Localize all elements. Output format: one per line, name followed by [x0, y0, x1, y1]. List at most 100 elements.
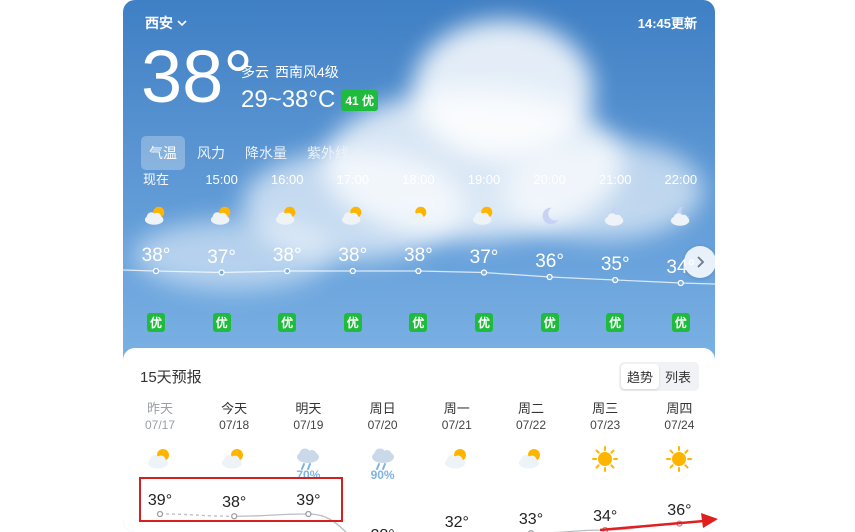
hour-aqi-badge: 优	[409, 313, 428, 332]
hour-time: 15:00	[205, 172, 238, 187]
hour-aqi-badge: 优	[474, 313, 494, 332]
weather-card: 西安 14:45更新 38° 多云 西南风4级 29~38°C 41 优 气温风…	[123, 0, 715, 532]
day-date: 07/20	[367, 418, 398, 432]
update-time: 14:45更新	[637, 16, 697, 31]
chevron-right-icon	[697, 256, 705, 268]
hour-temperature: 38°	[404, 245, 433, 266]
current-temperature: 38°	[141, 35, 253, 118]
forecast-day[interactable]: 周日 07/20 90% 28°	[348, 398, 418, 532]
partly-cloudy-sun-icon	[142, 204, 170, 228]
day-name: 昨天	[146, 401, 173, 416]
partly-cloudy-sun-icon	[442, 446, 472, 472]
hour-temperature: 38°	[141, 245, 171, 266]
partly-cloudy-sun-icon	[273, 204, 301, 228]
day-high-temperature: 36°	[667, 501, 692, 519]
chevron-down-icon	[177, 20, 187, 27]
view-toggle: 趋势 列表	[618, 362, 699, 391]
partly-cloudy-sun-icon	[470, 204, 498, 228]
forecast-day[interactable]: 周二 07/22 33°	[496, 398, 566, 532]
partly-cloudy-sun-icon	[516, 446, 546, 472]
partly-cloudy-sun-icon	[145, 446, 175, 472]
current-condition-row: 多云 西南风4级	[241, 62, 339, 82]
day-name: 周一	[443, 401, 470, 416]
sun-icon	[590, 446, 620, 472]
precipitation-probability: 90%	[370, 468, 395, 482]
moon-icon	[536, 204, 564, 228]
day-high-temperature: 28°	[370, 527, 394, 532]
hour-aqi-badge: 优	[606, 313, 625, 332]
hour-aqi-badge: 优	[278, 313, 297, 332]
current-condition: 多云	[241, 64, 269, 80]
day-name: 周二	[517, 401, 544, 416]
forecast-title: 15天预报	[140, 369, 202, 386]
day-date: 07/17	[144, 418, 176, 432]
day-date: 07/22	[515, 418, 547, 432]
day-high-temperature: 32°	[444, 514, 469, 532]
tab-1[interactable]: 风力	[189, 136, 233, 170]
forecast-day[interactable]: 周四 07/24 36°	[644, 398, 714, 532]
city-selector[interactable]: 西安	[145, 13, 187, 33]
day-name: 周日	[369, 401, 396, 416]
hour-temperature: 38°	[272, 245, 302, 266]
hour-temperature: 37°	[469, 246, 499, 268]
hour-temperature: 36°	[535, 251, 564, 272]
daily-forecast-panel: 15天预报 趋势 列表 昨天 07/17 39° 今天 07/18 38° 明天 07/19 70…	[123, 348, 715, 532]
hour-column: 16:00 38° 优	[254, 170, 320, 340]
tab-3[interactable]: 紫外线	[299, 136, 357, 170]
hour-column: 15:00 37° 优	[189, 170, 255, 340]
aqi-badge[interactable]: 41 优	[341, 89, 379, 111]
hour-temperature: 37°	[207, 246, 236, 268]
forecast-day[interactable]: 昨天 07/17 39°	[125, 398, 195, 532]
day-date: 07/23	[590, 418, 621, 432]
hourly-forecast: 现在 38° 优 15:00 37° 优 16:00 38° 优 17:00 38° 优 18:00 38…	[123, 170, 715, 340]
list-view-option[interactable]: 列表	[659, 364, 697, 389]
forecast-day[interactable]: 周三 07/23 34°	[570, 398, 640, 532]
day-name: 明天	[295, 401, 322, 416]
hour-temperature: 38°	[338, 245, 368, 266]
partly-cloudy-sun-icon	[208, 204, 236, 228]
city-name: 西安	[145, 15, 173, 31]
hour-time: 21:00	[598, 172, 632, 187]
forecast-day[interactable]: 明天 07/19 70% 39°	[273, 398, 343, 532]
hour-aqi-badge: 优	[212, 313, 231, 332]
hour-aqi-badge: 优	[343, 313, 362, 332]
partly-cloudy-sun-icon	[339, 204, 367, 228]
day-name: 今天	[221, 401, 248, 416]
day-name: 周四	[666, 401, 693, 416]
cloudy-moon-icon	[667, 204, 695, 228]
metric-tabs: 气温 风力 降水量 紫外线	[141, 136, 357, 170]
day-high-temperature: 38°	[222, 494, 247, 512]
forecast-day[interactable]: 今天 07/18 38°	[199, 398, 269, 532]
hour-time: 19:00	[467, 172, 501, 187]
temperature-range-row: 29~38°C 41 优	[241, 86, 379, 114]
hour-column: 20:00 36° 优	[517, 170, 583, 340]
hour-column: 19:00 37° 优	[451, 170, 517, 340]
hour-column: 18:00 38° 优	[385, 170, 451, 340]
hour-temperature: 35°	[600, 254, 630, 275]
day-name: 周三	[592, 401, 619, 416]
hour-time: 18:00	[402, 172, 435, 187]
partly-cloudy-sun-icon	[404, 204, 432, 228]
current-wind: 西南风4级	[275, 64, 339, 80]
trend-view-option[interactable]: 趋势	[620, 364, 659, 389]
hour-aqi-badge: 优	[671, 313, 690, 332]
next-hours-button[interactable]	[684, 246, 715, 278]
day-date: 07/24	[664, 418, 695, 432]
day-high-temperature: 33°	[518, 511, 544, 529]
day-high-temperature: 34°	[593, 508, 618, 525]
day-high-temperature: 39°	[296, 492, 321, 509]
hour-time: 17:00	[336, 172, 370, 187]
tab-0[interactable]: 气温	[141, 136, 185, 170]
hour-time: 16:00	[270, 172, 304, 187]
hour-column: 17:00 38° 优	[320, 170, 386, 340]
cloudy-moon-icon	[601, 204, 629, 228]
hour-time: 22:00	[664, 172, 698, 187]
hour-time: 20:00	[533, 172, 566, 187]
forecast-day[interactable]: 周一 07/21 32°	[422, 398, 492, 532]
hour-time: 现在	[142, 172, 169, 187]
tab-2[interactable]: 降水量	[237, 136, 295, 170]
hour-column: 现在 38° 优	[123, 170, 189, 340]
day-high-temperature: 39°	[147, 492, 173, 509]
day-date: 07/21	[441, 418, 472, 432]
day-date: 07/19	[293, 418, 324, 432]
